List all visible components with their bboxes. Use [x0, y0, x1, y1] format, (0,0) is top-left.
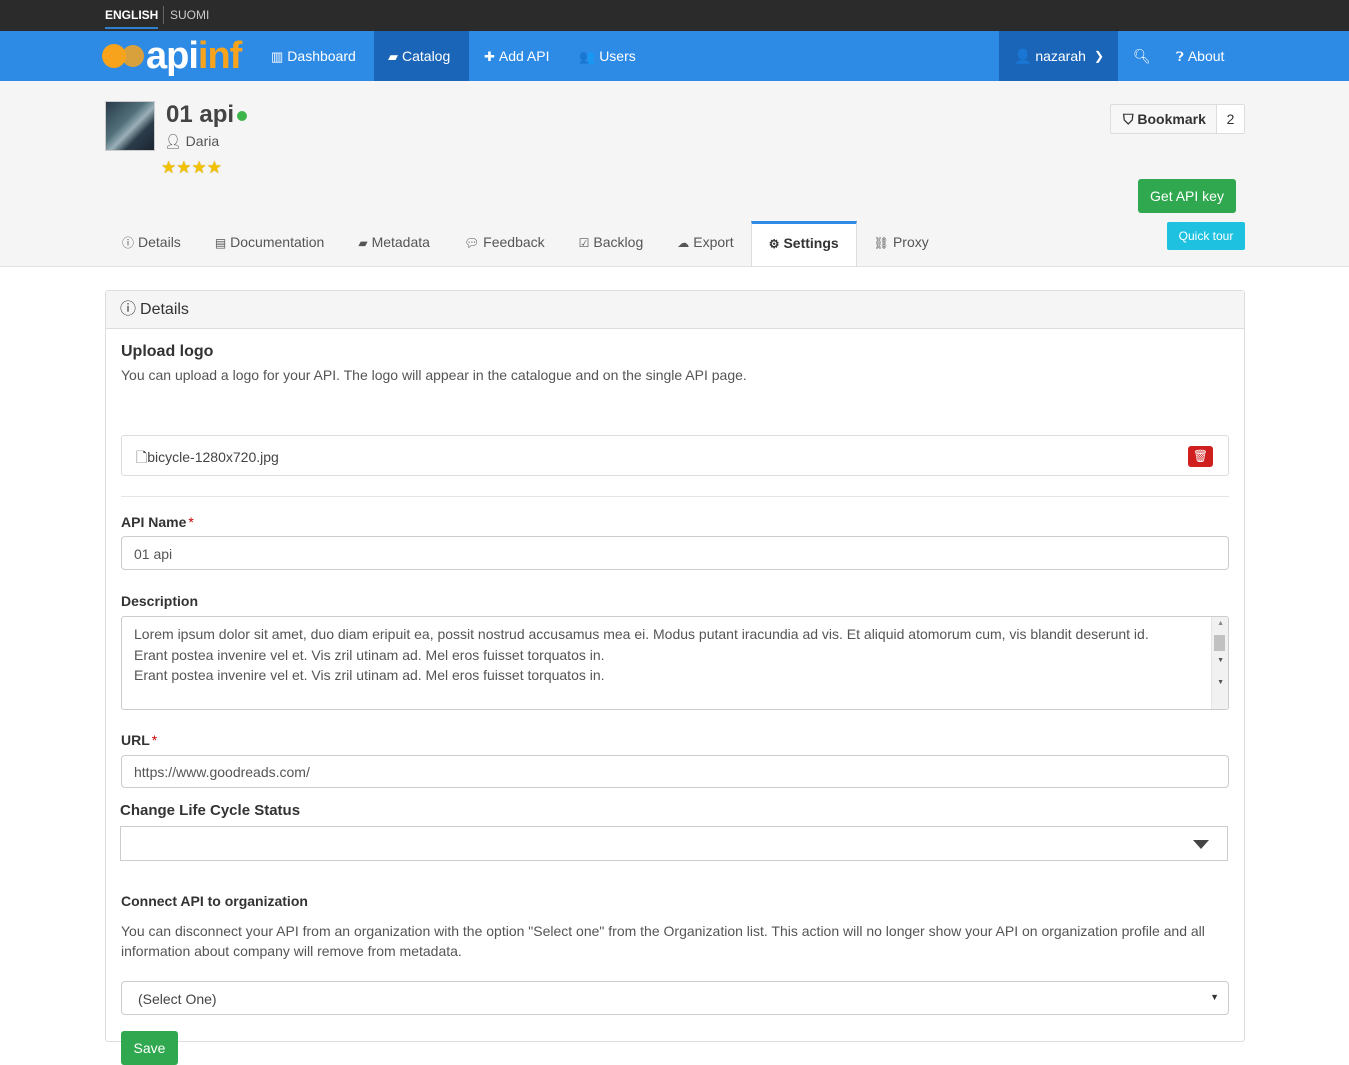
organization-help: You can disconnect your API from an orga…	[121, 923, 1205, 959]
get-api-key-button[interactable]: Get API key	[1138, 179, 1236, 213]
file-icon: ▤	[214, 236, 227, 250]
nav-dashboard[interactable]: ▥ Dashboard	[257, 31, 370, 81]
delete-file-button[interactable]: 🗑︎	[1188, 446, 1213, 467]
tab-metadata[interactable]: ▰ Metadata	[341, 223, 447, 265]
top-navbar: apiinf ▥ Dashboard ▰ Catalog ✚ Add API 👥 Use…	[0, 31, 1349, 81]
plus-icon: ✚	[484, 49, 495, 64]
user-name: nazarah	[1035, 48, 1086, 64]
info-circle-icon: ⓘ	[120, 301, 137, 318]
nav-users[interactable]: 👥 Users	[565, 31, 650, 81]
bookmark-widget: ⛉ Bookmark 2	[1110, 104, 1245, 134]
book-icon: ▰	[358, 236, 368, 250]
description-text: Lorem ipsum dolor sit amet, duo diam eri…	[134, 626, 1149, 683]
textarea-scrollbar[interactable]: ▲ ▼ ▼	[1211, 617, 1228, 709]
nav-add-api[interactable]: ✚ Add API	[470, 31, 564, 81]
sitemap-icon: ⛓	[873, 236, 889, 250]
details-panel: ⓘ Details Upload logo You can upload a lo…	[105, 290, 1245, 1065]
bookmark-button[interactable]: ⛉ Bookmark	[1111, 105, 1217, 133]
logo-dot-icon	[122, 45, 144, 67]
book-icon: ▰	[388, 49, 398, 64]
check-square-icon: ☑	[578, 236, 590, 250]
caret-down-icon: ▼	[1210, 992, 1219, 1002]
api-name-label: API Name *	[121, 514, 194, 530]
rating-stars[interactable]: ★★★★	[161, 158, 222, 178]
nav-catalog[interactable]: ▰ Catalog	[374, 31, 469, 81]
divider	[121, 496, 1229, 497]
language-bar: ENGLISH SUOMI	[0, 0, 1349, 31]
gear-icon: ⚙	[768, 237, 780, 251]
file-name: 🗋︎bicycle-1280x720.jpg	[136, 449, 279, 465]
tab-export[interactable]: ☁ Export	[660, 223, 750, 265]
lang-divider	[163, 6, 164, 24]
trash-icon: 🗑︎	[1192, 449, 1209, 463]
user-menu-toggle[interactable]: 👤 nazarah ❯	[999, 31, 1118, 81]
api-title: 01 api	[166, 101, 235, 128]
search-icon: 🔍︎	[1133, 48, 1151, 64]
url-input[interactable]: https://www.goodreads.com/	[121, 755, 1229, 788]
organization-label: Connect API to organization	[121, 893, 308, 909]
organization-select[interactable]: (Select One) ▼	[121, 981, 1229, 1015]
tab-documentation[interactable]: ▤ Documentation	[198, 223, 342, 265]
scroll-up-icon[interactable]: ▲	[1217, 620, 1224, 627]
apinf-logo[interactable]: apiinf	[102, 35, 242, 77]
upload-logo-title: Upload logo	[121, 343, 214, 360]
upload-logo-help: You can upload a logo for your API. The …	[121, 367, 747, 383]
info-circle-icon: ⓘ	[122, 236, 135, 250]
scroll-down-icon[interactable]: ▼	[1217, 657, 1224, 664]
user-icon: 👤	[1014, 48, 1032, 64]
logo-text: apiinf	[146, 35, 242, 77]
url-label: URL *	[121, 732, 158, 748]
bookmark-count: 2	[1217, 105, 1244, 133]
api-header: 01 api 👤︎ Daria ★★★★ ⛉ Bookmark 2 Get AP…	[0, 81, 1349, 267]
lifecycle-select[interactable]	[120, 826, 1228, 861]
nav-about[interactable]: ❓︎ About	[1162, 31, 1238, 81]
api-status-indicator	[237, 111, 247, 121]
comments-icon: 💬︎	[463, 236, 480, 250]
lang-suomi-link[interactable]: SUOMI	[170, 8, 209, 22]
scroll-down-icon[interactable]: ▼	[1217, 679, 1224, 686]
chevron-down-icon: ❯	[1093, 49, 1104, 63]
lifecycle-label: Change Life Cycle Status	[120, 802, 301, 819]
tab-proxy[interactable]: ⛓ Proxy	[857, 223, 946, 265]
lang-english-link[interactable]: ENGLISH	[105, 8, 159, 29]
tab-details[interactable]: ⓘ Details	[105, 223, 198, 265]
bookmark-icon: ⛉	[1123, 111, 1134, 127]
api-owner: 👤︎ Daria	[164, 133, 220, 149]
description-label: Description	[121, 593, 199, 609]
api-name-input[interactable]: 01 api	[121, 536, 1229, 570]
organization-select-value: (Select One)	[138, 991, 217, 1007]
api-tabs: ⓘ Details ▤ Documentation ▰ Metadata 💬︎ Feed…	[105, 221, 946, 267]
uploaded-file-box: 🗋︎bicycle-1280x720.jpg 🗑︎	[121, 435, 1229, 476]
api-logo-image	[105, 101, 155, 151]
quick-tour-button[interactable]: Quick tour	[1167, 222, 1245, 250]
bar-chart-icon: ▥	[271, 49, 284, 64]
tab-feedback[interactable]: 💬︎ Feedback	[447, 223, 562, 265]
panel-heading: ⓘ Details	[106, 291, 1244, 329]
users-icon: 👥	[579, 49, 596, 64]
tab-backlog[interactable]: ☑ Backlog	[562, 223, 661, 265]
save-button[interactable]: Save	[121, 1031, 178, 1065]
search-button[interactable]: 🔍︎	[1119, 31, 1165, 81]
file-icon: 🗋︎	[136, 449, 148, 465]
cloud-download-icon: ☁	[677, 236, 690, 250]
tab-settings[interactable]: ⚙ Settings	[750, 221, 857, 266]
question-circle-icon: ❓︎	[1176, 49, 1184, 64]
description-textarea[interactable]: Lorem ipsum dolor sit amet, duo diam eri…	[121, 616, 1229, 710]
scroll-thumb[interactable]	[1214, 635, 1225, 651]
user-icon: 👤︎	[164, 133, 182, 149]
caret-down-icon	[1193, 840, 1209, 849]
